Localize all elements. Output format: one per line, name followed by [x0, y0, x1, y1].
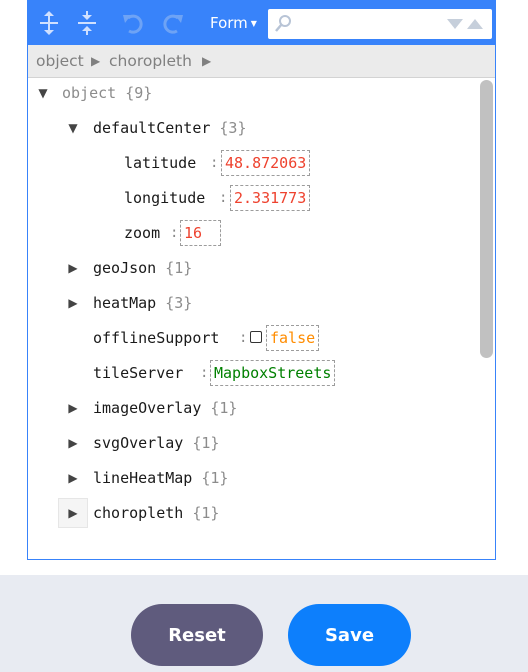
key-value-separator: :: [200, 365, 209, 381]
field-name: heatMap: [93, 294, 157, 312]
vertical-scrollbar[interactable]: [480, 80, 493, 358]
mode-dropdown[interactable]: Form ▼: [210, 11, 257, 35]
json-tree: ▼ object {9} ▼ defaultCenter {3} latitude …: [28, 78, 495, 560]
search-box: [268, 9, 492, 39]
collapse-toggle-icon[interactable]: ▼: [61, 116, 85, 140]
tree-row-zoom: zoom : 16: [28, 218, 468, 248]
undo-button[interactable]: [120, 9, 146, 37]
breadcrumb-item-object[interactable]: object: [36, 45, 84, 77]
value-zoom[interactable]: 16: [180, 220, 221, 246]
breadcrumb: object ▶ choropleth ▶: [28, 45, 495, 78]
expand-toggle-icon[interactable]: ▶: [61, 256, 85, 280]
search-previous-icon[interactable]: [466, 18, 484, 30]
value-latitude[interactable]: 48.872063: [221, 150, 311, 176]
tree-row-offlineSupport: offlineSupport : false: [28, 323, 468, 353]
child-count: {1}: [192, 504, 220, 522]
field-name: choropleth: [93, 504, 184, 522]
field-svgOverlay[interactable]: svgOverlay {1}: [93, 428, 219, 458]
reset-button[interactable]: Reset: [131, 604, 263, 666]
expand-toggle-icon[interactable]: ▶: [61, 431, 85, 455]
expand-toggle-icon[interactable]: ▶: [61, 466, 85, 490]
tree-row-latitude: latitude : 48.872063: [28, 148, 468, 178]
field-tileServer[interactable]: tileServer: [93, 358, 183, 388]
breadcrumb-separator-icon[interactable]: ▶: [91, 45, 100, 77]
editor-toolbar: Form ▼: [28, 1, 495, 45]
tree-row-imageOverlay: ▶ imageOverlay {1}: [28, 393, 468, 423]
field-name: lineHeatMap: [93, 469, 193, 487]
collapse-toggle-icon[interactable]: ▼: [31, 81, 55, 105]
search-next-icon[interactable]: [446, 18, 464, 30]
redo-button[interactable]: [160, 9, 186, 37]
tree-row-defaultCenter: ▼ defaultCenter {3}: [28, 113, 468, 143]
collapse-all-icon: [78, 11, 96, 35]
field-name: svgOverlay: [93, 434, 184, 452]
collapse-all-button[interactable]: [74, 9, 100, 37]
breadcrumb-separator-icon[interactable]: ▶: [202, 45, 211, 77]
value-offlineSupport[interactable]: false: [266, 325, 320, 351]
tree-row-heatMap: ▶ heatMap {3}: [28, 288, 468, 318]
field-object: object {9}: [62, 78, 152, 108]
field-defaultCenter[interactable]: defaultCenter {3}: [93, 113, 247, 143]
field-zoom[interactable]: zoom: [124, 218, 160, 248]
field-heatMap[interactable]: heatMap {3}: [93, 288, 192, 318]
value-longitude[interactable]: 2.331773: [230, 185, 311, 211]
caret-down-icon: ▼: [250, 18, 257, 28]
expand-toggle-icon[interactable]: ▶: [58, 498, 88, 528]
footer-bar: Reset Save: [0, 575, 528, 672]
key-value-separator: :: [210, 155, 219, 171]
tree-row-longitude: longitude : 2.331773: [28, 183, 468, 213]
search-icon: [275, 15, 291, 32]
key-value-separator: :: [170, 225, 179, 241]
value-tileServer[interactable]: MapboxStreets: [210, 360, 336, 386]
boolean-checkbox[interactable]: [250, 331, 262, 343]
search-input[interactable]: [296, 13, 440, 37]
key-value-separator: :: [219, 190, 228, 206]
child-count: {9}: [125, 84, 153, 102]
child-count: {1}: [201, 469, 229, 487]
tree-row-geoJson: ▶ geoJson {1}: [28, 253, 468, 283]
field-offlineSupport[interactable]: offlineSupport: [93, 323, 219, 353]
key-value-separator: :: [239, 330, 248, 346]
tree-row-object: ▼ object {9}: [28, 78, 468, 108]
json-editor: Form ▼ object ▶ choropleth ▶ ▼ object{9}…: [27, 0, 496, 560]
expand-toggle-icon[interactable]: ▶: [61, 291, 85, 315]
expand-toggle-icon[interactable]: ▶: [61, 396, 85, 420]
child-count: {1}: [192, 434, 220, 452]
child-count: {3}: [219, 119, 247, 137]
field-choropleth[interactable]: choropleth {1}: [93, 498, 219, 528]
field-name: defaultCenter: [93, 119, 211, 137]
child-count: {3}: [165, 294, 193, 312]
child-count: {1}: [210, 399, 238, 417]
tree-row-svgOverlay: ▶ svgOverlay {1}: [28, 428, 468, 458]
expand-all-icon: [40, 11, 58, 35]
tree-row-tileServer: tileServer : MapboxStreets: [28, 358, 468, 388]
tree-row-choropleth: ▶ choropleth {1}: [28, 498, 468, 528]
mode-label: Form: [210, 14, 248, 32]
field-longitude[interactable]: longitude: [124, 183, 205, 213]
redo-icon: [163, 14, 183, 34]
field-lineHeatMap[interactable]: lineHeatMap {1}: [93, 463, 228, 493]
field-imageOverlay[interactable]: imageOverlay {1}: [93, 393, 237, 423]
field-latitude[interactable]: latitude: [124, 148, 196, 178]
expand-all-button[interactable]: [36, 9, 62, 37]
field-name: geoJson: [93, 259, 157, 277]
child-count: {1}: [165, 259, 193, 277]
tree-row-lineHeatMap: ▶ lineHeatMap {1}: [28, 463, 468, 493]
field-name: object: [62, 84, 117, 102]
breadcrumb-item-choropleth[interactable]: choropleth: [109, 45, 192, 77]
save-button[interactable]: Save: [288, 604, 411, 666]
undo-icon: [123, 14, 143, 34]
field-geoJson[interactable]: geoJson {1}: [93, 253, 192, 283]
field-name: imageOverlay: [93, 399, 202, 417]
